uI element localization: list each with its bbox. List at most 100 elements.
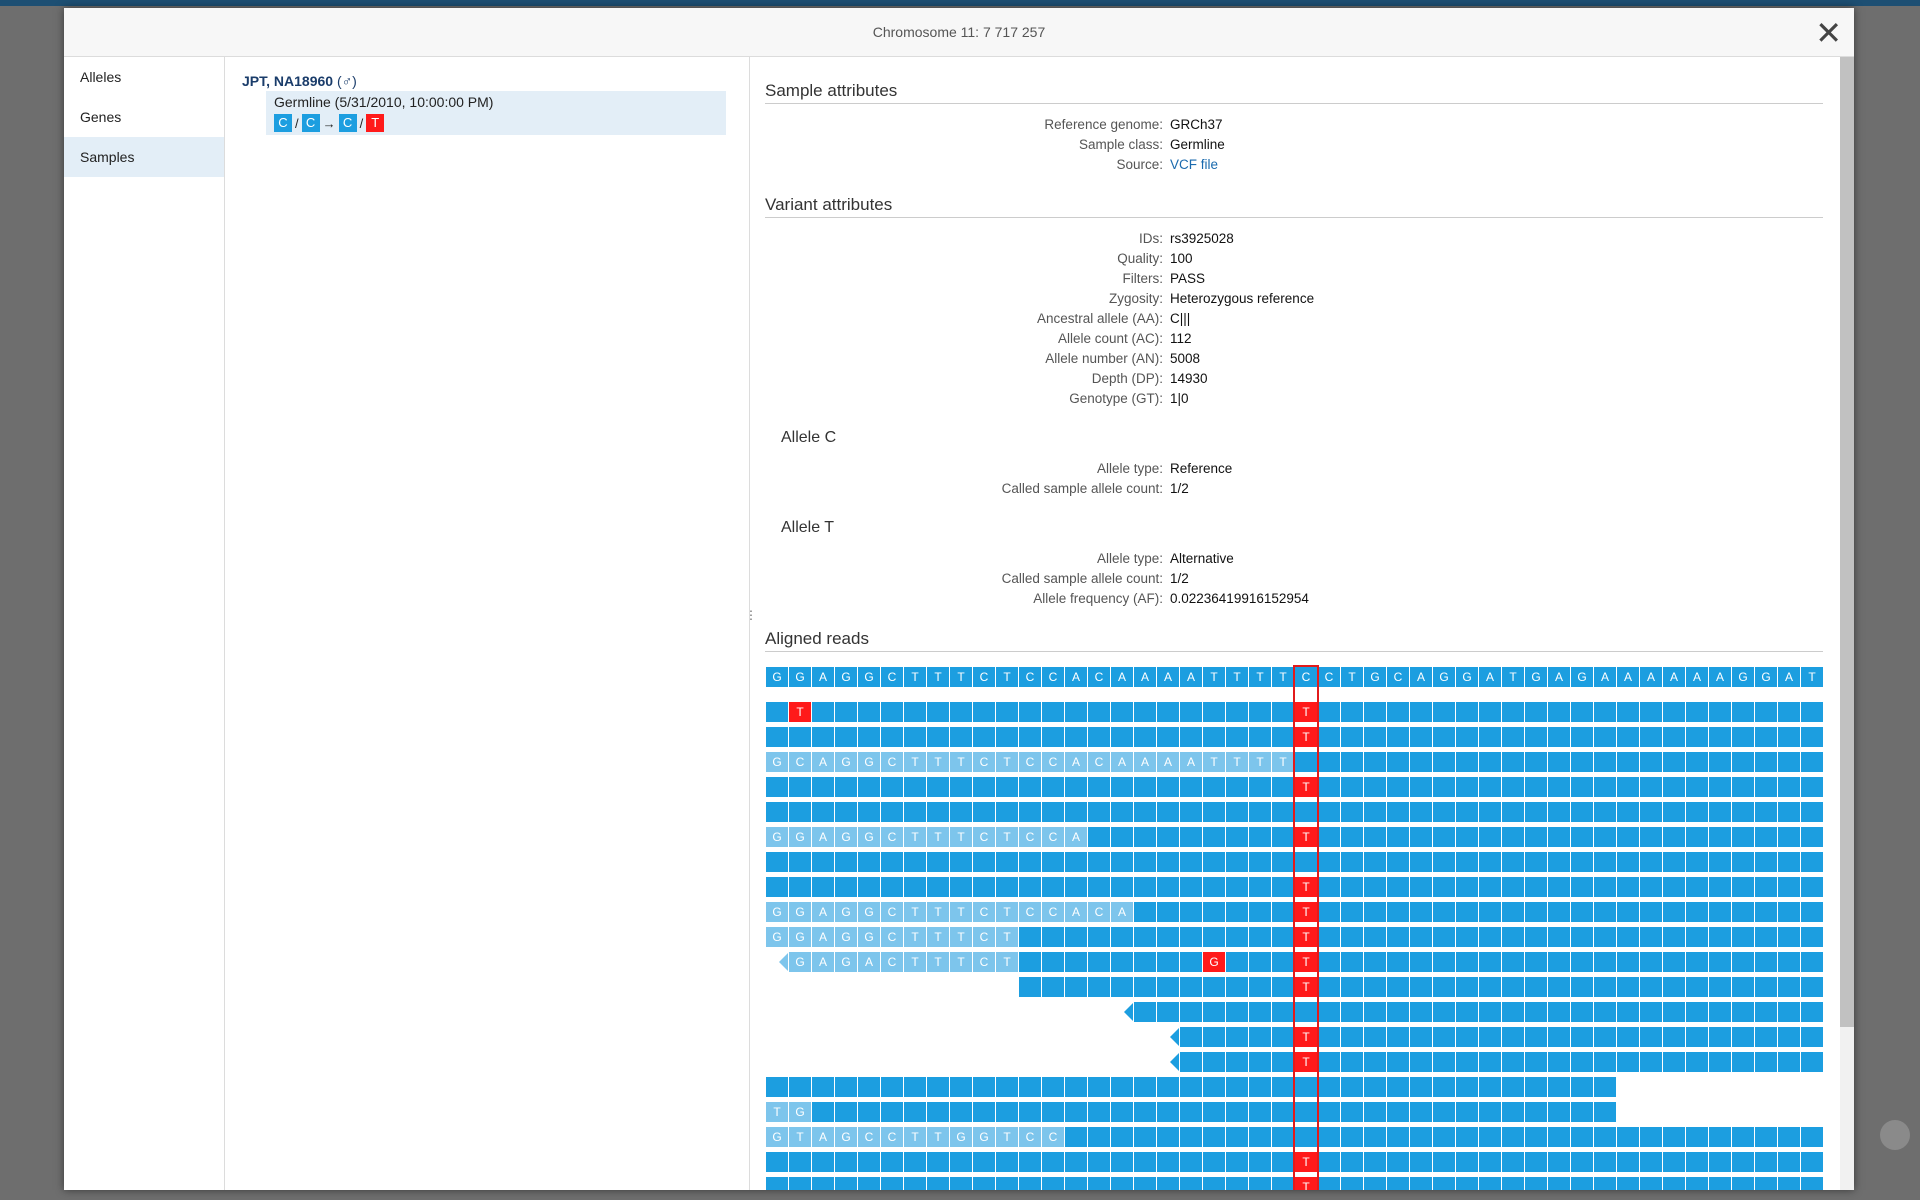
read-base [1456,1027,1478,1047]
read-base [1709,1027,1731,1047]
read-base [1134,1002,1156,1022]
read-base [1548,1027,1570,1047]
read-base [1755,1127,1777,1147]
read-base [1755,927,1777,947]
read-base [766,1152,788,1172]
attribute-value: Germline [1170,137,1225,152]
read-base [1778,702,1800,722]
read-base [1111,877,1133,897]
read-softclip-base: T [927,827,949,847]
read-base [1686,1027,1708,1047]
read-base [1134,1077,1156,1097]
read-base [1387,1077,1409,1097]
sample-record[interactable]: Germline (5/31/2010, 10:00:00 PM) C / C … [266,91,726,135]
sex-icon: (♂) [336,73,357,89]
read-base [1433,827,1455,847]
read-softclip-base: C [973,827,995,847]
read-base [1226,977,1248,997]
variant-modal: Chromosome 11: 7 717 257 ✕ Alleles Genes… [64,8,1854,1190]
read-base [881,1077,903,1097]
read-base [1479,902,1501,922]
read-base [1249,727,1271,747]
read-base [1318,727,1340,747]
close-button[interactable]: ✕ [1815,17,1842,49]
read-base [812,1177,834,1190]
read-base [973,1152,995,1172]
read-base [1479,1177,1501,1190]
read-softclip-base: A [812,952,834,972]
read-base [1663,977,1685,997]
reference-base: C [973,667,995,687]
read-base [1157,952,1179,972]
read-base [1065,1152,1087,1172]
read-softclip-base: G [835,1127,857,1147]
read-base [927,702,949,722]
read-base [1548,727,1570,747]
allele-heading: Allele C [781,429,837,446]
read-base [1157,877,1179,897]
read-base [1548,852,1570,872]
read-base [1709,802,1731,822]
read-base [1456,1077,1478,1097]
read-base [1640,1152,1662,1172]
sidebar-item-genes[interactable]: Genes [64,97,224,137]
read-base [1571,1177,1593,1190]
read-softclip-base: A [812,1127,834,1147]
read-base [1456,902,1478,922]
reference-base: C [1088,667,1110,687]
read-base [1548,877,1570,897]
sidebar-item-samples[interactable]: Samples [64,137,224,177]
read-softclip-base: G [789,952,811,972]
sample-name[interactable]: JPT, NA18960 (♂) [242,73,357,89]
read-base [1272,702,1294,722]
read-base [1479,877,1501,897]
read-base [835,1177,857,1190]
read-base [1226,1127,1248,1147]
read-base [904,1152,926,1172]
read-base [1732,1177,1754,1190]
read-base [1019,877,1041,897]
read-base [950,877,972,897]
read-base [1801,1152,1823,1172]
read-base [1387,777,1409,797]
attribute-value: C||| [1170,311,1191,326]
attribute-value[interactable]: VCF file [1170,157,1218,172]
read-base [1548,1102,1570,1122]
panel-resize-handle[interactable]: ⋮ [745,608,757,622]
attribute-label: Allele frequency (AF): [1033,591,1163,606]
read-softclip-base: T [789,1127,811,1147]
scrollbar-thumb[interactable] [1840,57,1854,1027]
read-base [1548,952,1570,972]
read-base [1801,877,1823,897]
read-softclip-base: G [858,927,880,947]
read-base [1732,977,1754,997]
read-base [1364,1077,1386,1097]
sample-id[interactable]: JPT, NA18960 [242,73,333,89]
read-base [1019,977,1041,997]
read-base [1065,852,1087,872]
reference-base: A [812,667,834,687]
attribute-row: Allele number (AN): 5008 [765,351,1823,371]
read-base [1755,852,1777,872]
read-base [1157,852,1179,872]
read-base [858,1177,880,1190]
read-base [812,877,834,897]
attribute-row: IDs: rs3925028 [765,231,1823,251]
read-base [1226,727,1248,747]
read-base [1778,1152,1800,1172]
read-base [1410,1027,1432,1047]
read-base [1525,1152,1547,1172]
read-base [1502,1127,1524,1147]
read-base [1157,977,1179,997]
read-base [1180,702,1202,722]
read-base [1778,977,1800,997]
read-base [950,1102,972,1122]
read-base [1548,927,1570,947]
read-softclip-base: A [1065,902,1087,922]
read-base [858,852,880,872]
read-base [1226,877,1248,897]
sidebar-item-alleles[interactable]: Alleles [64,57,224,97]
read-base [950,777,972,797]
read-base [1341,702,1363,722]
read-base [789,1177,811,1190]
